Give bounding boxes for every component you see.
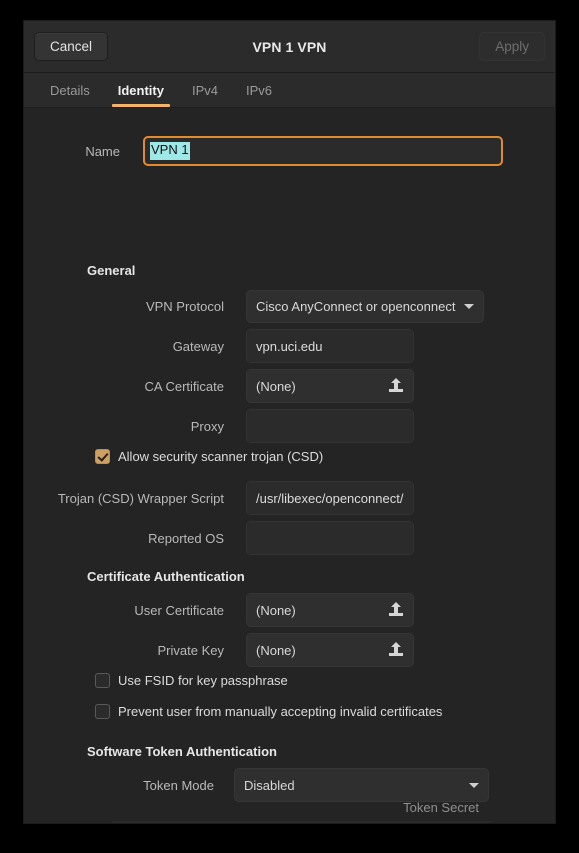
upload-icon xyxy=(388,602,404,618)
token-mode-value: Disabled xyxy=(244,777,295,793)
prevent-invalid-certs-checkbox[interactable] xyxy=(95,704,110,719)
name-input[interactable]: VPN 1 xyxy=(143,136,503,166)
user-certificate-row: User Certificate (None) xyxy=(24,593,494,627)
prevent-invalid-certs-label: Prevent user from manually accepting inv… xyxy=(118,704,443,719)
private-key-row: Private Key (None) xyxy=(24,633,494,667)
tab-bar: Details Identity IPv4 IPv6 xyxy=(24,73,555,108)
cancel-button[interactable]: Cancel xyxy=(34,31,109,62)
tab-identity[interactable]: Identity xyxy=(104,73,178,107)
proxy-row: Proxy xyxy=(24,409,494,443)
token-mode-label: Token Mode xyxy=(143,777,214,793)
gateway-input[interactable]: vpn.uci.edu xyxy=(246,329,414,363)
use-fsid-checkbox-row[interactable]: Use FSID for key passphrase xyxy=(95,673,288,688)
token-mode-row: Token Mode Disabled xyxy=(24,768,494,802)
chevron-down-icon xyxy=(469,782,479,788)
user-certificate-label: User Certificate xyxy=(134,602,224,618)
name-row: Name VPN 1 xyxy=(24,136,504,166)
private-key-value: (None) xyxy=(256,642,296,658)
token-secret-label: Token Secret xyxy=(403,800,479,815)
ca-certificate-label: CA Certificate xyxy=(144,378,224,394)
vpn-protocol-row: VPN Protocol Cisco AnyConnect or opencon… xyxy=(24,290,494,323)
user-certificate-value: (None) xyxy=(256,602,296,618)
gateway-label: Gateway xyxy=(172,338,224,354)
gateway-value: vpn.uci.edu xyxy=(256,338,323,354)
private-key-chooser[interactable]: (None) xyxy=(246,633,414,667)
identity-page: Name VPN 1 General VPN Protocol Cisco An… xyxy=(24,108,555,823)
tab-ipv6[interactable]: IPv6 xyxy=(232,73,286,107)
tab-ipv4[interactable]: IPv4 xyxy=(178,73,232,107)
reported-os-row: Reported OS xyxy=(24,521,494,555)
trojan-wrapper-script-row: Trojan (CSD) Wrapper Script /usr/libexec… xyxy=(24,481,494,515)
vpn-settings-dialog: Cancel VPN 1 VPN Apply Details Identity … xyxy=(23,20,556,824)
tab-details[interactable]: Details xyxy=(36,73,104,107)
reported-os-input[interactable] xyxy=(246,521,414,555)
trojan-wrapper-script-value: /usr/libexec/openconnect/hipreport.sh xyxy=(256,490,404,506)
name-input-value: VPN 1 xyxy=(150,142,190,160)
prevent-invalid-certs-checkbox-row[interactable]: Prevent user from manually accepting inv… xyxy=(95,704,442,719)
allow-csd-checkbox[interactable] xyxy=(95,449,110,464)
ca-certificate-row: CA Certificate (None) xyxy=(24,369,494,403)
section-title-general: General xyxy=(87,263,136,278)
token-mode-dropdown[interactable]: Disabled xyxy=(234,768,489,802)
vpn-protocol-dropdown[interactable]: Cisco AnyConnect or openconnect xyxy=(246,290,485,323)
reported-os-label: Reported OS xyxy=(148,530,224,546)
section-title-software-token-authentication: Software Token Authentication xyxy=(87,744,277,759)
use-fsid-label: Use FSID for key passphrase xyxy=(118,673,288,688)
apply-button[interactable]: Apply xyxy=(479,31,545,62)
upload-icon xyxy=(388,378,404,394)
proxy-label: Proxy xyxy=(190,418,224,434)
user-certificate-chooser[interactable]: (None) xyxy=(246,593,414,627)
token-secret-textarea[interactable] xyxy=(112,821,492,823)
ca-certificate-value: (None) xyxy=(256,378,296,394)
private-key-label: Private Key xyxy=(157,642,224,658)
dialog-header-bar: Cancel VPN 1 VPN Apply xyxy=(24,21,555,73)
use-fsid-checkbox[interactable] xyxy=(95,673,110,688)
upload-icon xyxy=(388,642,404,658)
ca-certificate-chooser[interactable]: (None) xyxy=(246,369,414,403)
proxy-input[interactable] xyxy=(246,409,414,443)
chevron-down-icon xyxy=(464,304,475,309)
trojan-wrapper-script-input[interactable]: /usr/libexec/openconnect/hipreport.sh xyxy=(246,481,414,515)
name-label: Name xyxy=(85,143,120,159)
allow-csd-checkbox-row[interactable]: Allow security scanner trojan (CSD) xyxy=(95,449,323,464)
allow-csd-label: Allow security scanner trojan (CSD) xyxy=(118,449,324,464)
trojan-wrapper-script-label: Trojan (CSD) Wrapper Script xyxy=(57,490,224,506)
section-title-certificate-authentication: Certificate Authentication xyxy=(87,569,245,584)
gateway-row: Gateway vpn.uci.edu xyxy=(24,329,494,363)
vpn-protocol-label: VPN Protocol xyxy=(145,299,224,314)
vpn-protocol-value: Cisco AnyConnect or openconnect xyxy=(256,299,456,314)
